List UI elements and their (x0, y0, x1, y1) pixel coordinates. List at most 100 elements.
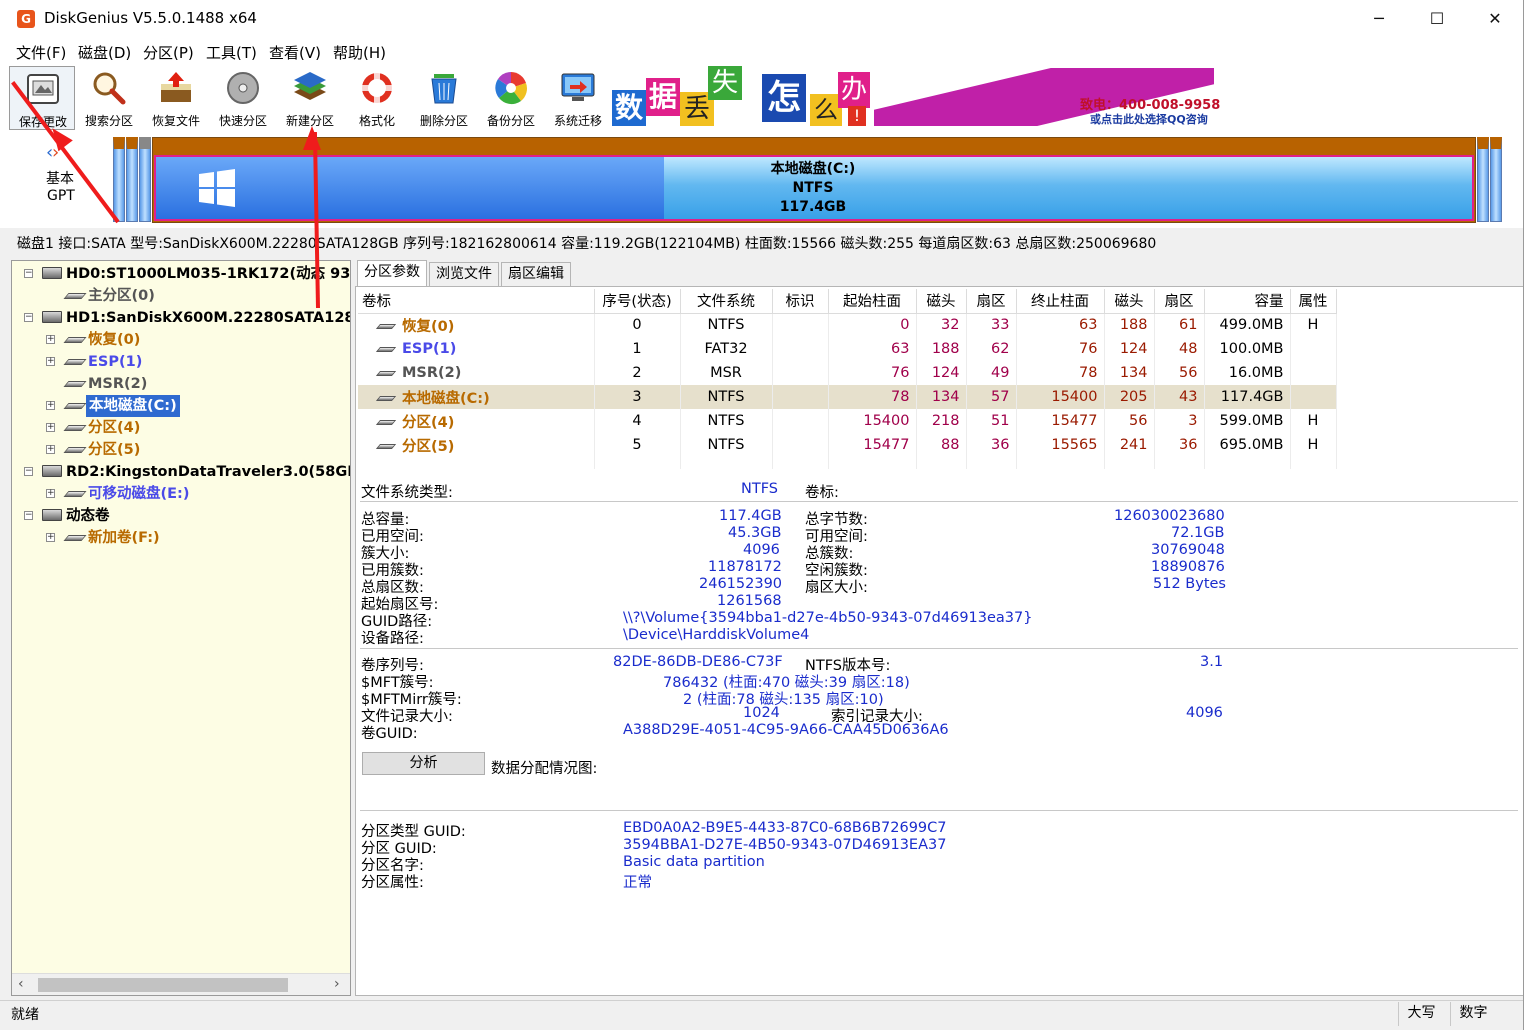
tree-item-recovery[interactable]: 恢复(0) (88, 329, 140, 351)
format-button[interactable]: 格式化 (344, 66, 410, 130)
collapse-icon[interactable]: − (24, 467, 33, 476)
table-row[interactable]: 恢复(0) 0 NTFS 0 32 33 63 188 61 499.0MB H (358, 313, 1337, 337)
table-cell (1290, 385, 1337, 409)
file-record-size-value: 1024 (743, 705, 780, 721)
table-row[interactable]: 分区(5) 5 NTFS 15477 88 36 15565 241 36 695.0MB H (358, 433, 1337, 457)
diskmap-partition-recovery[interactable] (113, 137, 125, 222)
diskmap-partition-esp[interactable] (126, 137, 138, 222)
expand-icon[interactable]: + (46, 401, 55, 410)
col-header[interactable]: 容量 (1204, 289, 1291, 314)
tree-item-rd2[interactable]: RD2:KingstonDataTraveler3.0(58GB) (66, 461, 350, 483)
tree-item-hd0[interactable]: HD0:ST1000LM035-1RK172(动态 932GB) (66, 263, 350, 285)
col-header[interactable]: 卷标 (358, 289, 595, 314)
table-row[interactable]: ESP(1) 1 FAT32 63 188 62 76 124 48 100.0MB (358, 337, 1337, 361)
tab-partition-params[interactable]: 分区参数 (357, 260, 427, 286)
col-header[interactable]: 标识 (772, 289, 829, 314)
tree-item-new-volume-f[interactable]: 新加卷(F:) (88, 527, 160, 549)
toolbar-label: 备份分区 (486, 114, 535, 128)
scrollbar-thumb[interactable] (38, 978, 288, 992)
col-header[interactable]: 扇区 (966, 289, 1017, 314)
close-button[interactable]: ✕ (1472, 4, 1518, 34)
toolbar-label: 恢复文件 (151, 114, 200, 128)
free-clusters-value: 18890876 (1151, 559, 1225, 575)
col-header[interactable]: 扇区 (1154, 289, 1205, 314)
tree-item-hd1[interactable]: HD1:SanDiskX600M.22280SATA128GB(119GB) (66, 307, 350, 329)
menu-file[interactable]: 文件(F) (16, 42, 66, 63)
diskmap-partition-msr[interactable] (139, 137, 151, 222)
scroll-right-icon[interactable]: › (334, 976, 340, 992)
expand-icon[interactable]: + (46, 489, 55, 498)
maximize-button[interactable]: ☐ (1414, 4, 1460, 34)
tree-item-dynamic-volumes[interactable]: 动态卷 (66, 505, 110, 527)
tree-item-partition-4[interactable]: 分区(4) (88, 417, 140, 439)
table-row[interactable]: MSR(2) 2 MSR 76 124 49 78 134 56 16.0MB (358, 361, 1337, 385)
tree-item-esp[interactable]: ESP(1) (88, 351, 142, 373)
collapse-icon[interactable]: − (24, 511, 33, 520)
col-header[interactable]: 起始柱面 (828, 289, 917, 314)
backup-partition-button[interactable]: 备份分区 (478, 66, 544, 130)
partition-icon (63, 293, 87, 299)
menu-partition[interactable]: 分区(P) (143, 42, 194, 63)
menu-disk[interactable]: 磁盘(D) (78, 42, 131, 63)
table-cell: NTFS (680, 409, 773, 433)
caps-lock-indicator: 大写 (1398, 1002, 1444, 1026)
diskmap-partition-c[interactable]: 本地磁盘(C:) NTFS 117.4GB (152, 137, 1476, 223)
table-cell (772, 385, 829, 409)
col-header[interactable]: 属性 (1290, 289, 1337, 314)
partition-icon (375, 370, 397, 376)
collapse-icon[interactable]: − (24, 269, 33, 278)
cluster-size-value: 4096 (743, 542, 780, 558)
start-sector-value: 1261568 (717, 593, 782, 609)
tree-horizontal-scrollbar[interactable]: ‹ › (12, 973, 350, 995)
partition-icon (63, 359, 87, 365)
expand-icon[interactable]: + (46, 357, 55, 366)
tree-item-local-disk-c[interactable]: 本地磁盘(C:) (86, 395, 180, 417)
new-partition-button[interactable]: 新建分区 (277, 66, 343, 130)
table-row[interactable]: 分区(4) 4 NTFS 15400 218 51 15477 56 3 599.0MB H (358, 409, 1337, 433)
expand-icon[interactable]: + (46, 445, 55, 454)
tree-item-partition-5[interactable]: 分区(5) (88, 439, 140, 461)
col-header[interactable]: 文件系统 (680, 289, 773, 314)
table-cell: 134 (1104, 361, 1155, 385)
delete-partition-button[interactable]: 删除分区 (411, 66, 477, 130)
expand-icon[interactable]: + (46, 335, 55, 344)
col-header[interactable]: 序号(状态) (594, 289, 681, 314)
menu-help[interactable]: 帮助(H) (333, 42, 386, 63)
system-migration-button[interactable]: 系统迁移 (545, 66, 611, 130)
quick-partition-button[interactable]: 快速分区 (210, 66, 276, 130)
analyze-button[interactable]: 分析 (362, 752, 485, 775)
device-path-label: 设备路径: (361, 631, 424, 647)
search-partition-button[interactable]: 搜索分区 (76, 66, 142, 130)
ntfs-version-value: 3.1 (1200, 654, 1224, 670)
col-header[interactable]: 磁头 (1104, 289, 1155, 314)
menu-tools[interactable]: 工具(T) (206, 42, 257, 63)
collapse-icon[interactable]: − (24, 313, 33, 322)
table-cell: 恢复(0) (358, 313, 595, 337)
minimize-button[interactable]: ─ (1356, 4, 1402, 34)
tree-item-msr[interactable]: MSR(2) (88, 373, 147, 395)
table-cell: 16.0MB (1204, 361, 1291, 385)
menu-view[interactable]: 查看(V) (269, 42, 321, 63)
expand-icon[interactable]: + (46, 423, 55, 432)
recover-files-button[interactable]: 恢复文件 (143, 66, 209, 130)
table-cell: NTFS (680, 313, 773, 337)
tree-item-hd0-primary[interactable]: 主分区(0) (88, 285, 155, 307)
ad-banner[interactable]: 数 据 丢 失 怎 么 办 ! DiskGenius 团队为您服务 致电：400… (612, 64, 1224, 128)
total-bytes-value: 126030023680 (1114, 508, 1225, 524)
sector-size-value: 512 Bytes (1153, 576, 1226, 592)
banner-qq-link[interactable]: 或点击此处选择QQ咨询 (1090, 111, 1208, 127)
scroll-left-icon[interactable]: ‹ (18, 976, 24, 992)
col-header[interactable]: 磁头 (916, 289, 967, 314)
banner-char: 怎 (762, 74, 806, 122)
free-space-value: 72.1GB (1171, 525, 1225, 541)
table-cell (1290, 337, 1337, 361)
expand-icon[interactable]: + (46, 533, 55, 542)
tree-item-removable-e[interactable]: 可移动磁盘(E:) (88, 483, 189, 505)
tab-browse-files[interactable]: 浏览文件 (429, 262, 499, 286)
table-row[interactable]: 本地磁盘(C:) 3 NTFS 78 134 57 15400 205 43 117.4GB (358, 385, 1337, 409)
col-header[interactable]: 终止柱面 (1016, 289, 1105, 314)
diskmap-partition-4[interactable] (1477, 137, 1489, 222)
partition-icon (63, 491, 87, 497)
diskmap-partition-5[interactable] (1490, 137, 1502, 222)
tab-sector-editor[interactable]: 扇区编辑 (501, 262, 571, 286)
